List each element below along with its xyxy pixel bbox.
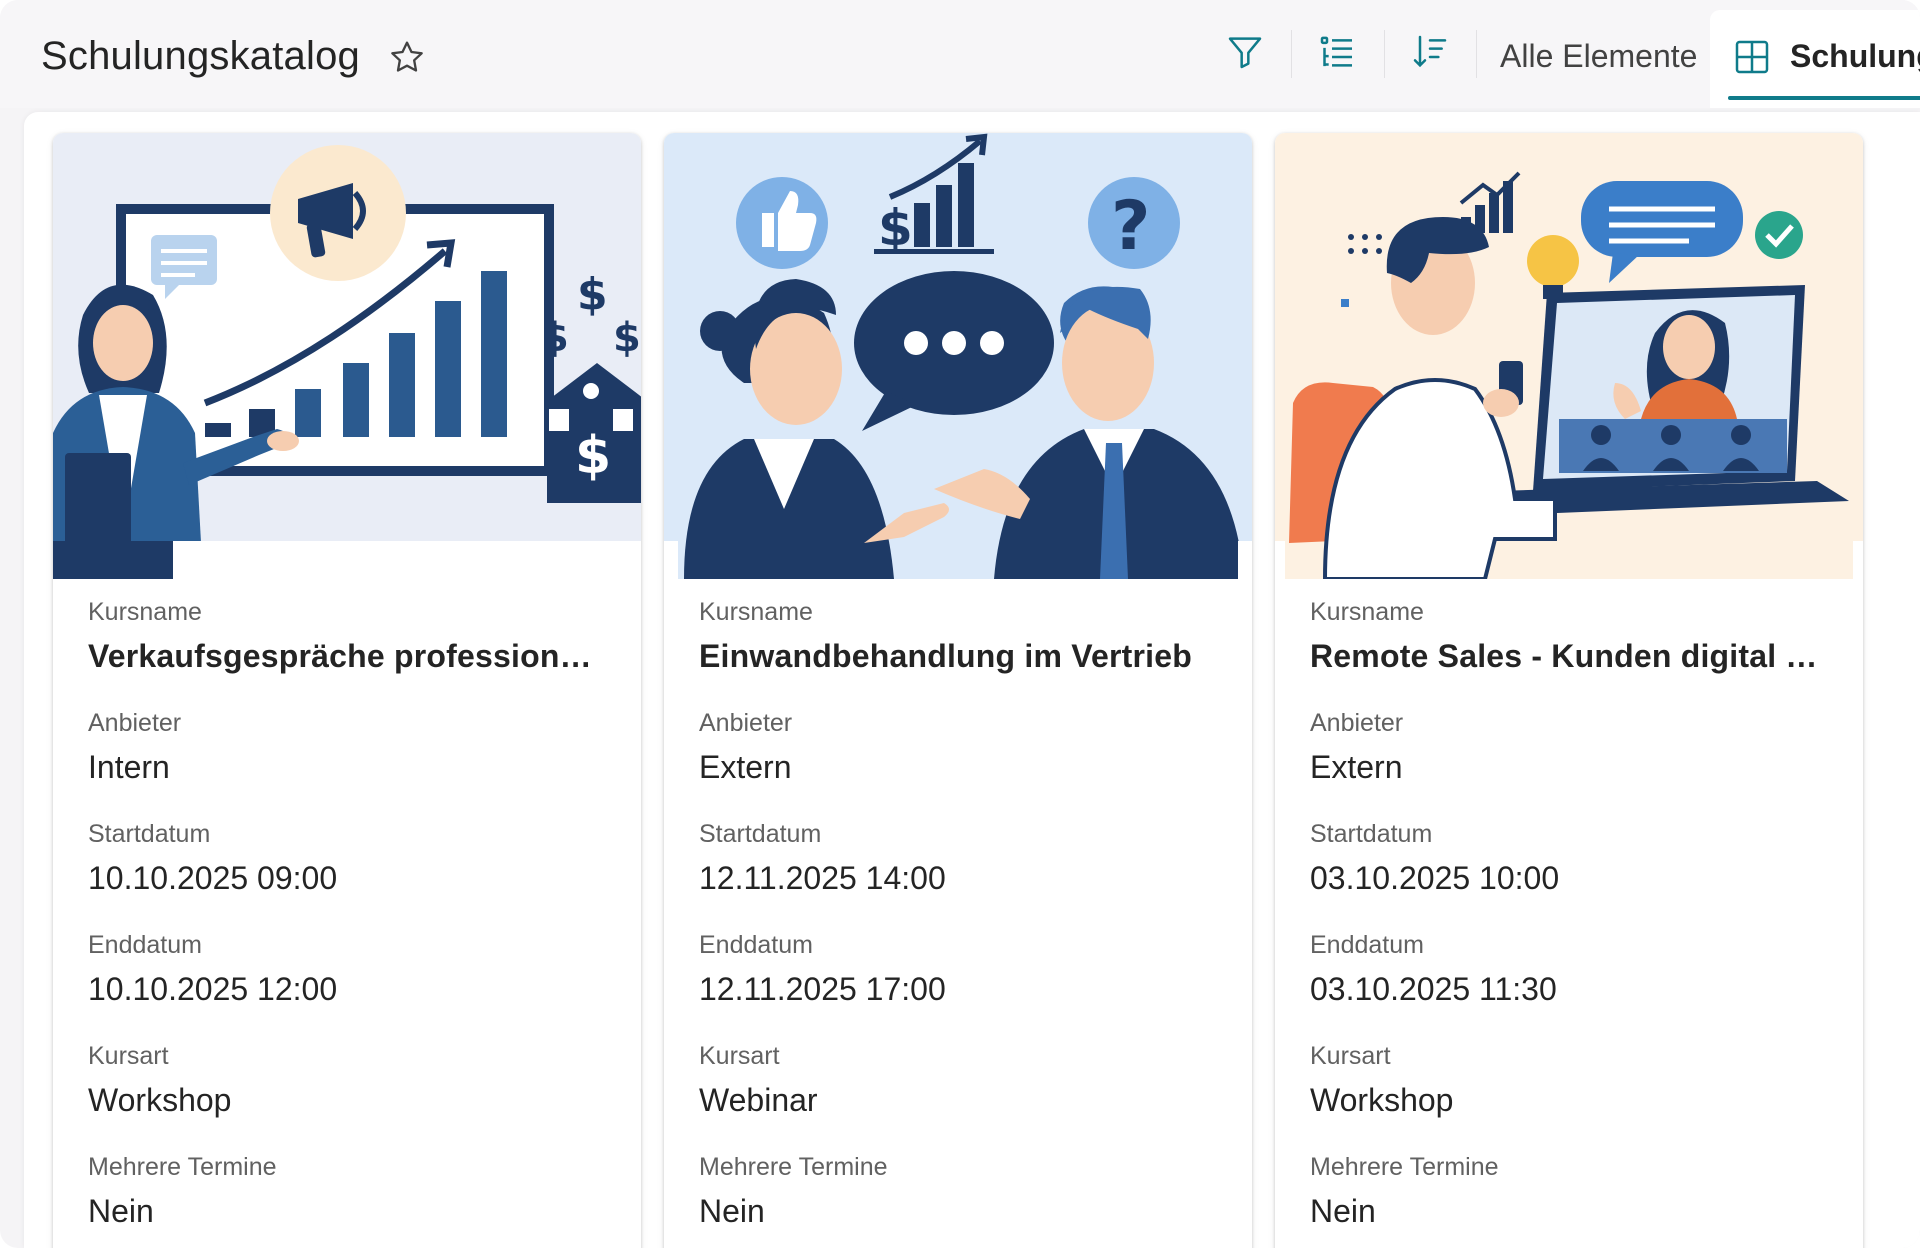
field-label-anbieter: Anbieter bbox=[699, 709, 793, 737]
command-bar: Schulungskatalog Alle Elemente Schulun bbox=[0, 0, 1920, 108]
field-label-kursname: Kursname bbox=[1310, 598, 1424, 626]
course-start-date: 12.11.2025 14:00 bbox=[699, 860, 946, 896]
course-start-date: 10.10.2025 09:00 bbox=[88, 860, 338, 896]
toolbar-divider bbox=[1384, 30, 1385, 78]
course-multiple-dates: Nein bbox=[1310, 1193, 1376, 1229]
course-end-date: 03.10.2025 11:30 bbox=[1310, 971, 1557, 1007]
svg-text:$: $ bbox=[575, 426, 611, 486]
course-card[interactable]: Kursname Remote Sales - Kunden digital ü… bbox=[1275, 133, 1863, 1248]
active-tab-indicator bbox=[1728, 96, 1920, 100]
field-label-kursart: Kursart bbox=[1310, 1042, 1391, 1070]
group-button[interactable] bbox=[1313, 30, 1361, 78]
course-provider: Intern bbox=[88, 749, 170, 785]
field-label-mehrere-termine: Mehrere Termine bbox=[1310, 1153, 1499, 1181]
course-name: Einwandbehandlung im Vertrieb bbox=[699, 638, 1192, 674]
course-name: Remote Sales - Kunden digital ü... bbox=[1310, 638, 1830, 674]
app-frame: Schulungskatalog Alle Elemente Schulun $… bbox=[0, 0, 1920, 1248]
field-label-mehrere-termine: Mehrere Termine bbox=[88, 1153, 277, 1181]
course-provider: Extern bbox=[1310, 749, 1403, 785]
course-multiple-dates: Nein bbox=[699, 1193, 765, 1229]
tab-schulung[interactable]: Schulung bbox=[1710, 10, 1920, 108]
course-multiple-dates: Nein bbox=[88, 1193, 154, 1229]
view-selector[interactable]: Alle Elemente bbox=[1500, 38, 1697, 75]
filter-icon bbox=[1225, 32, 1265, 77]
svg-text:$: $ bbox=[878, 199, 913, 257]
field-label-enddatum: Enddatum bbox=[88, 931, 202, 959]
field-label-mehrere-termine: Mehrere Termine bbox=[699, 1153, 888, 1181]
course-image-remote-sales bbox=[1275, 133, 1863, 579]
field-label-kursart: Kursart bbox=[699, 1042, 780, 1070]
svg-text:$: $ bbox=[577, 269, 608, 320]
list-group-icon bbox=[1317, 32, 1357, 77]
field-label-anbieter: Anbieter bbox=[1310, 709, 1404, 737]
course-card[interactable]: ? $ Kursname Einwandbehandlung im Vertri… bbox=[664, 133, 1252, 1248]
toolbar-divider bbox=[1291, 30, 1292, 78]
field-label-enddatum: Enddatum bbox=[699, 931, 813, 959]
field-label-kursname: Kursname bbox=[88, 598, 202, 626]
svg-text:$: $ bbox=[613, 315, 641, 361]
field-label-startdatum: Startdatum bbox=[1310, 820, 1433, 848]
course-end-date: 10.10.2025 12:00 bbox=[88, 971, 338, 1007]
course-image-sales-presentation: $ $ $ $ bbox=[53, 133, 641, 579]
svg-text:$: $ bbox=[541, 315, 569, 361]
field-label-kursart: Kursart bbox=[88, 1042, 169, 1070]
field-label-anbieter: Anbieter bbox=[88, 709, 182, 737]
field-label-startdatum: Startdatum bbox=[699, 820, 822, 848]
star-outline-icon[interactable] bbox=[387, 38, 427, 78]
field-label-kursname: Kursname bbox=[699, 598, 813, 626]
course-type: Webinar bbox=[699, 1082, 818, 1118]
svg-text:?: ? bbox=[1111, 187, 1150, 266]
tab-label: Schulung bbox=[1790, 38, 1920, 74]
course-provider: Extern bbox=[699, 749, 792, 785]
toolbar-divider bbox=[1476, 30, 1477, 78]
course-type: Workshop bbox=[1310, 1082, 1454, 1118]
course-start-date: 03.10.2025 10:00 bbox=[1310, 860, 1560, 896]
course-card[interactable]: $ $ $ $ Kursname Verkaufsgespräche profe… bbox=[53, 133, 641, 1248]
course-name: Verkaufsgespräche professionell... bbox=[88, 638, 608, 674]
field-label-startdatum: Startdatum bbox=[88, 820, 211, 848]
page-title: Schulungskatalog bbox=[41, 34, 360, 78]
sort-icon bbox=[1410, 32, 1450, 77]
field-label-enddatum: Enddatum bbox=[1310, 931, 1424, 959]
sort-button[interactable] bbox=[1406, 30, 1454, 78]
grid-view-icon bbox=[1732, 37, 1772, 77]
course-end-date: 12.11.2025 17:00 bbox=[699, 971, 946, 1007]
course-image-objection-handling: ? $ bbox=[664, 133, 1252, 579]
filter-button[interactable] bbox=[1221, 30, 1269, 78]
course-type: Workshop bbox=[88, 1082, 232, 1118]
